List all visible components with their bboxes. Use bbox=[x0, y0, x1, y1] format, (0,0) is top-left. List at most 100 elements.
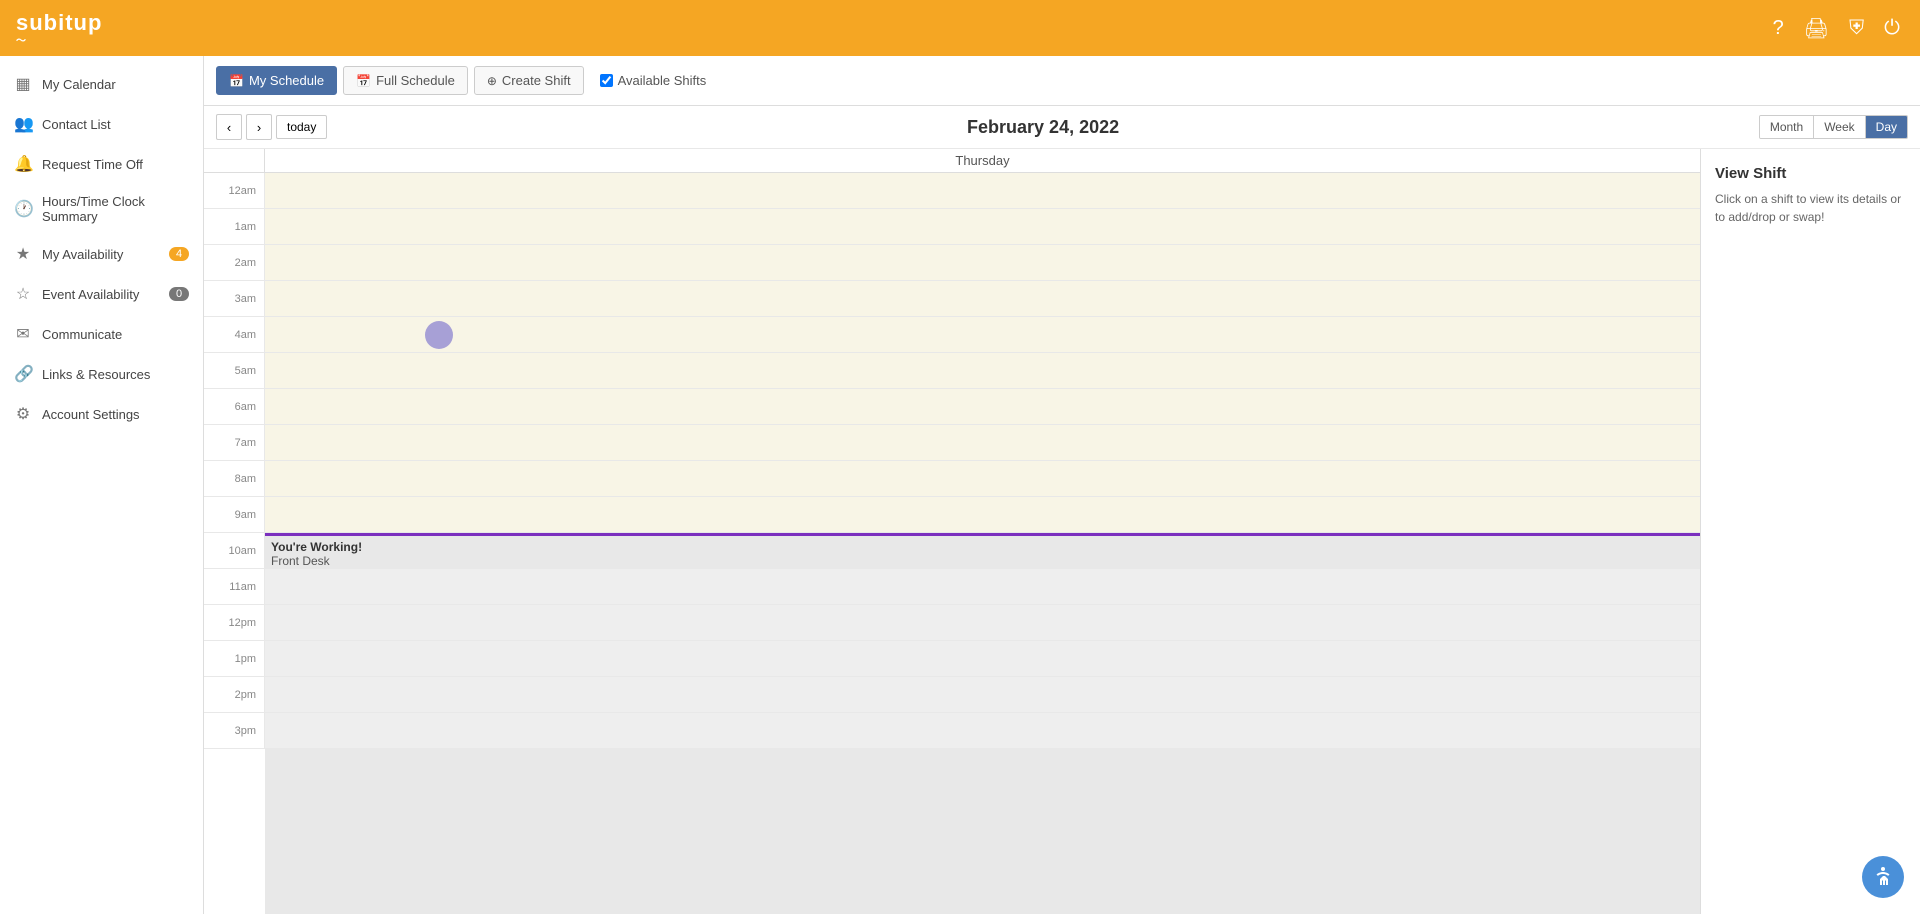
day-cell[interactable] bbox=[264, 353, 1700, 388]
day-column-header: Thursday bbox=[264, 149, 1700, 172]
gear-icon: ⚙ bbox=[14, 404, 32, 424]
tab-label: Available Shifts bbox=[618, 73, 707, 88]
sidebar-label: Request Time Off bbox=[42, 157, 143, 172]
time-label: 1am bbox=[204, 209, 264, 244]
event-icon: ☆ bbox=[14, 284, 32, 304]
link-icon: 🔗 bbox=[14, 364, 32, 384]
accessibility-button[interactable] bbox=[1862, 856, 1904, 898]
time-row: 10am You're Working! Front Desk Afternoo… bbox=[204, 533, 1700, 569]
time-row: 1am bbox=[204, 209, 1700, 245]
calendar-tab-icon: 📅 bbox=[229, 74, 244, 88]
calendar-icon: ▦ bbox=[14, 74, 32, 94]
day-cell[interactable] bbox=[264, 713, 1700, 748]
day-cell[interactable] bbox=[264, 677, 1700, 712]
view-toggle: Month Week Day bbox=[1759, 115, 1908, 139]
sidebar: ▦ My Calendar 👥 Contact List 🔔 Request T… bbox=[0, 56, 204, 914]
day-cell[interactable] bbox=[264, 605, 1700, 640]
tab-label: My Schedule bbox=[249, 73, 324, 88]
plus-tab-icon: ⊕ bbox=[487, 74, 497, 88]
day-cell[interactable] bbox=[264, 497, 1700, 532]
time-label: 6am bbox=[204, 389, 264, 424]
week-view-button[interactable]: Week bbox=[1813, 116, 1864, 138]
sidebar-item-hours-time-clock[interactable]: 🕐 Hours/Time Clock Summary bbox=[0, 184, 203, 234]
logo: subitup 〜 bbox=[16, 10, 102, 47]
day-view-button[interactable]: Day bbox=[1865, 116, 1907, 138]
calendar-title: February 24, 2022 bbox=[327, 117, 1758, 138]
sidebar-label: My Availability bbox=[42, 247, 123, 262]
sidebar-label: Event Availability bbox=[42, 287, 139, 302]
sidebar-item-account-settings[interactable]: ⚙ Account Settings bbox=[0, 394, 203, 434]
sidebar-item-links-resources[interactable]: 🔗 Links & Resources bbox=[0, 354, 203, 394]
shift-location: Front Desk bbox=[271, 554, 1694, 568]
time-row: 11am bbox=[204, 569, 1700, 605]
star-icon: ★ bbox=[14, 244, 32, 264]
calendar-body: Thursday 12am1am2am3am4am5am6am7am8am9am… bbox=[204, 149, 1920, 914]
side-panel: View Shift Click on a shift to view its … bbox=[1700, 149, 1920, 914]
power-icon[interactable]: ⏻ bbox=[1884, 17, 1900, 40]
month-view-button[interactable]: Month bbox=[1760, 116, 1813, 138]
sidebar-label: Contact List bbox=[42, 117, 111, 132]
shift-title: You're Working! bbox=[271, 540, 1694, 554]
calendar2-tab-icon: 📅 bbox=[356, 74, 371, 88]
prev-button[interactable]: ‹ bbox=[216, 114, 242, 140]
clock-icon: 🕐 bbox=[14, 199, 32, 219]
time-row: 7am bbox=[204, 425, 1700, 461]
top-nav-icons: ? 🖨 ⛨ ⏻ bbox=[1773, 16, 1900, 41]
calendar-header: ‹ › today February 24, 2022 Month Week D… bbox=[204, 106, 1920, 149]
day-cell[interactable] bbox=[264, 317, 1700, 352]
time-label: 7am bbox=[204, 425, 264, 460]
sidebar-label: Hours/Time Clock Summary bbox=[42, 194, 189, 224]
time-label: 1pm bbox=[204, 641, 264, 676]
time-label: 11am bbox=[204, 569, 264, 604]
day-cell[interactable] bbox=[264, 173, 1700, 208]
accessibility-icon bbox=[1871, 865, 1895, 889]
tab-full-schedule[interactable]: 📅 Full Schedule bbox=[343, 66, 468, 95]
side-panel-title: View Shift bbox=[1715, 165, 1906, 182]
next-button[interactable]: › bbox=[246, 114, 272, 140]
tab-my-schedule[interactable]: 📅 My Schedule bbox=[216, 66, 337, 95]
shield-icon[interactable]: ⛨ bbox=[1849, 17, 1864, 40]
time-label: 2am bbox=[204, 245, 264, 280]
time-label: 4am bbox=[204, 317, 264, 352]
sidebar-item-contact-list[interactable]: 👥 Contact List bbox=[0, 104, 203, 144]
day-cell[interactable]: You're Working! Front Desk Afternoon - N… bbox=[264, 533, 1700, 568]
time-label: 3am bbox=[204, 281, 264, 316]
time-label: 12am bbox=[204, 173, 264, 208]
time-label: 3pm bbox=[204, 713, 264, 748]
time-row: 5am bbox=[204, 353, 1700, 389]
contacts-icon: 👥 bbox=[14, 114, 32, 134]
cursor-indicator bbox=[425, 321, 453, 349]
day-cell[interactable] bbox=[264, 569, 1700, 604]
sidebar-label: My Calendar bbox=[42, 77, 116, 92]
sidebar-item-communicate[interactable]: ✉ Communicate bbox=[0, 314, 203, 354]
day-cell[interactable] bbox=[264, 245, 1700, 280]
content-area: 📅 My Schedule 📅 Full Schedule ⊕ Create S… bbox=[204, 56, 1920, 914]
sidebar-item-my-availability[interactable]: ★ My Availability 4 bbox=[0, 234, 203, 274]
tab-available-shifts[interactable]: Available Shifts bbox=[590, 67, 717, 94]
today-button[interactable]: today bbox=[276, 115, 327, 139]
logo-text: subitup bbox=[16, 10, 102, 35]
day-cell[interactable] bbox=[264, 281, 1700, 316]
sidebar-item-event-availability[interactable]: ☆ Event Availability 0 bbox=[0, 274, 203, 314]
day-cell[interactable] bbox=[264, 641, 1700, 676]
side-panel-description: Click on a shift to view its details or … bbox=[1715, 190, 1906, 226]
tabs-bar: 📅 My Schedule 📅 Full Schedule ⊕ Create S… bbox=[204, 56, 1920, 106]
time-row: 3am bbox=[204, 281, 1700, 317]
time-row: 12pm bbox=[204, 605, 1700, 641]
availability-badge: 4 bbox=[169, 247, 189, 261]
day-cell[interactable] bbox=[264, 209, 1700, 244]
sidebar-label: Links & Resources bbox=[42, 367, 150, 382]
day-cell[interactable] bbox=[264, 425, 1700, 460]
print-icon[interactable]: 🖨 bbox=[1804, 16, 1829, 41]
sidebar-item-my-calendar[interactable]: ▦ My Calendar bbox=[0, 64, 203, 104]
day-cell[interactable] bbox=[264, 389, 1700, 424]
time-label: 9am bbox=[204, 497, 264, 532]
day-cell[interactable] bbox=[264, 461, 1700, 496]
calendar-nav: ‹ › today bbox=[216, 114, 327, 140]
tab-label: Full Schedule bbox=[376, 73, 455, 88]
available-shifts-checkbox[interactable] bbox=[600, 74, 613, 87]
sidebar-item-request-time-off[interactable]: 🔔 Request Time Off bbox=[0, 144, 203, 184]
time-label: 12pm bbox=[204, 605, 264, 640]
help-icon[interactable]: ? bbox=[1773, 17, 1784, 40]
tab-create-shift[interactable]: ⊕ Create Shift bbox=[474, 66, 584, 95]
